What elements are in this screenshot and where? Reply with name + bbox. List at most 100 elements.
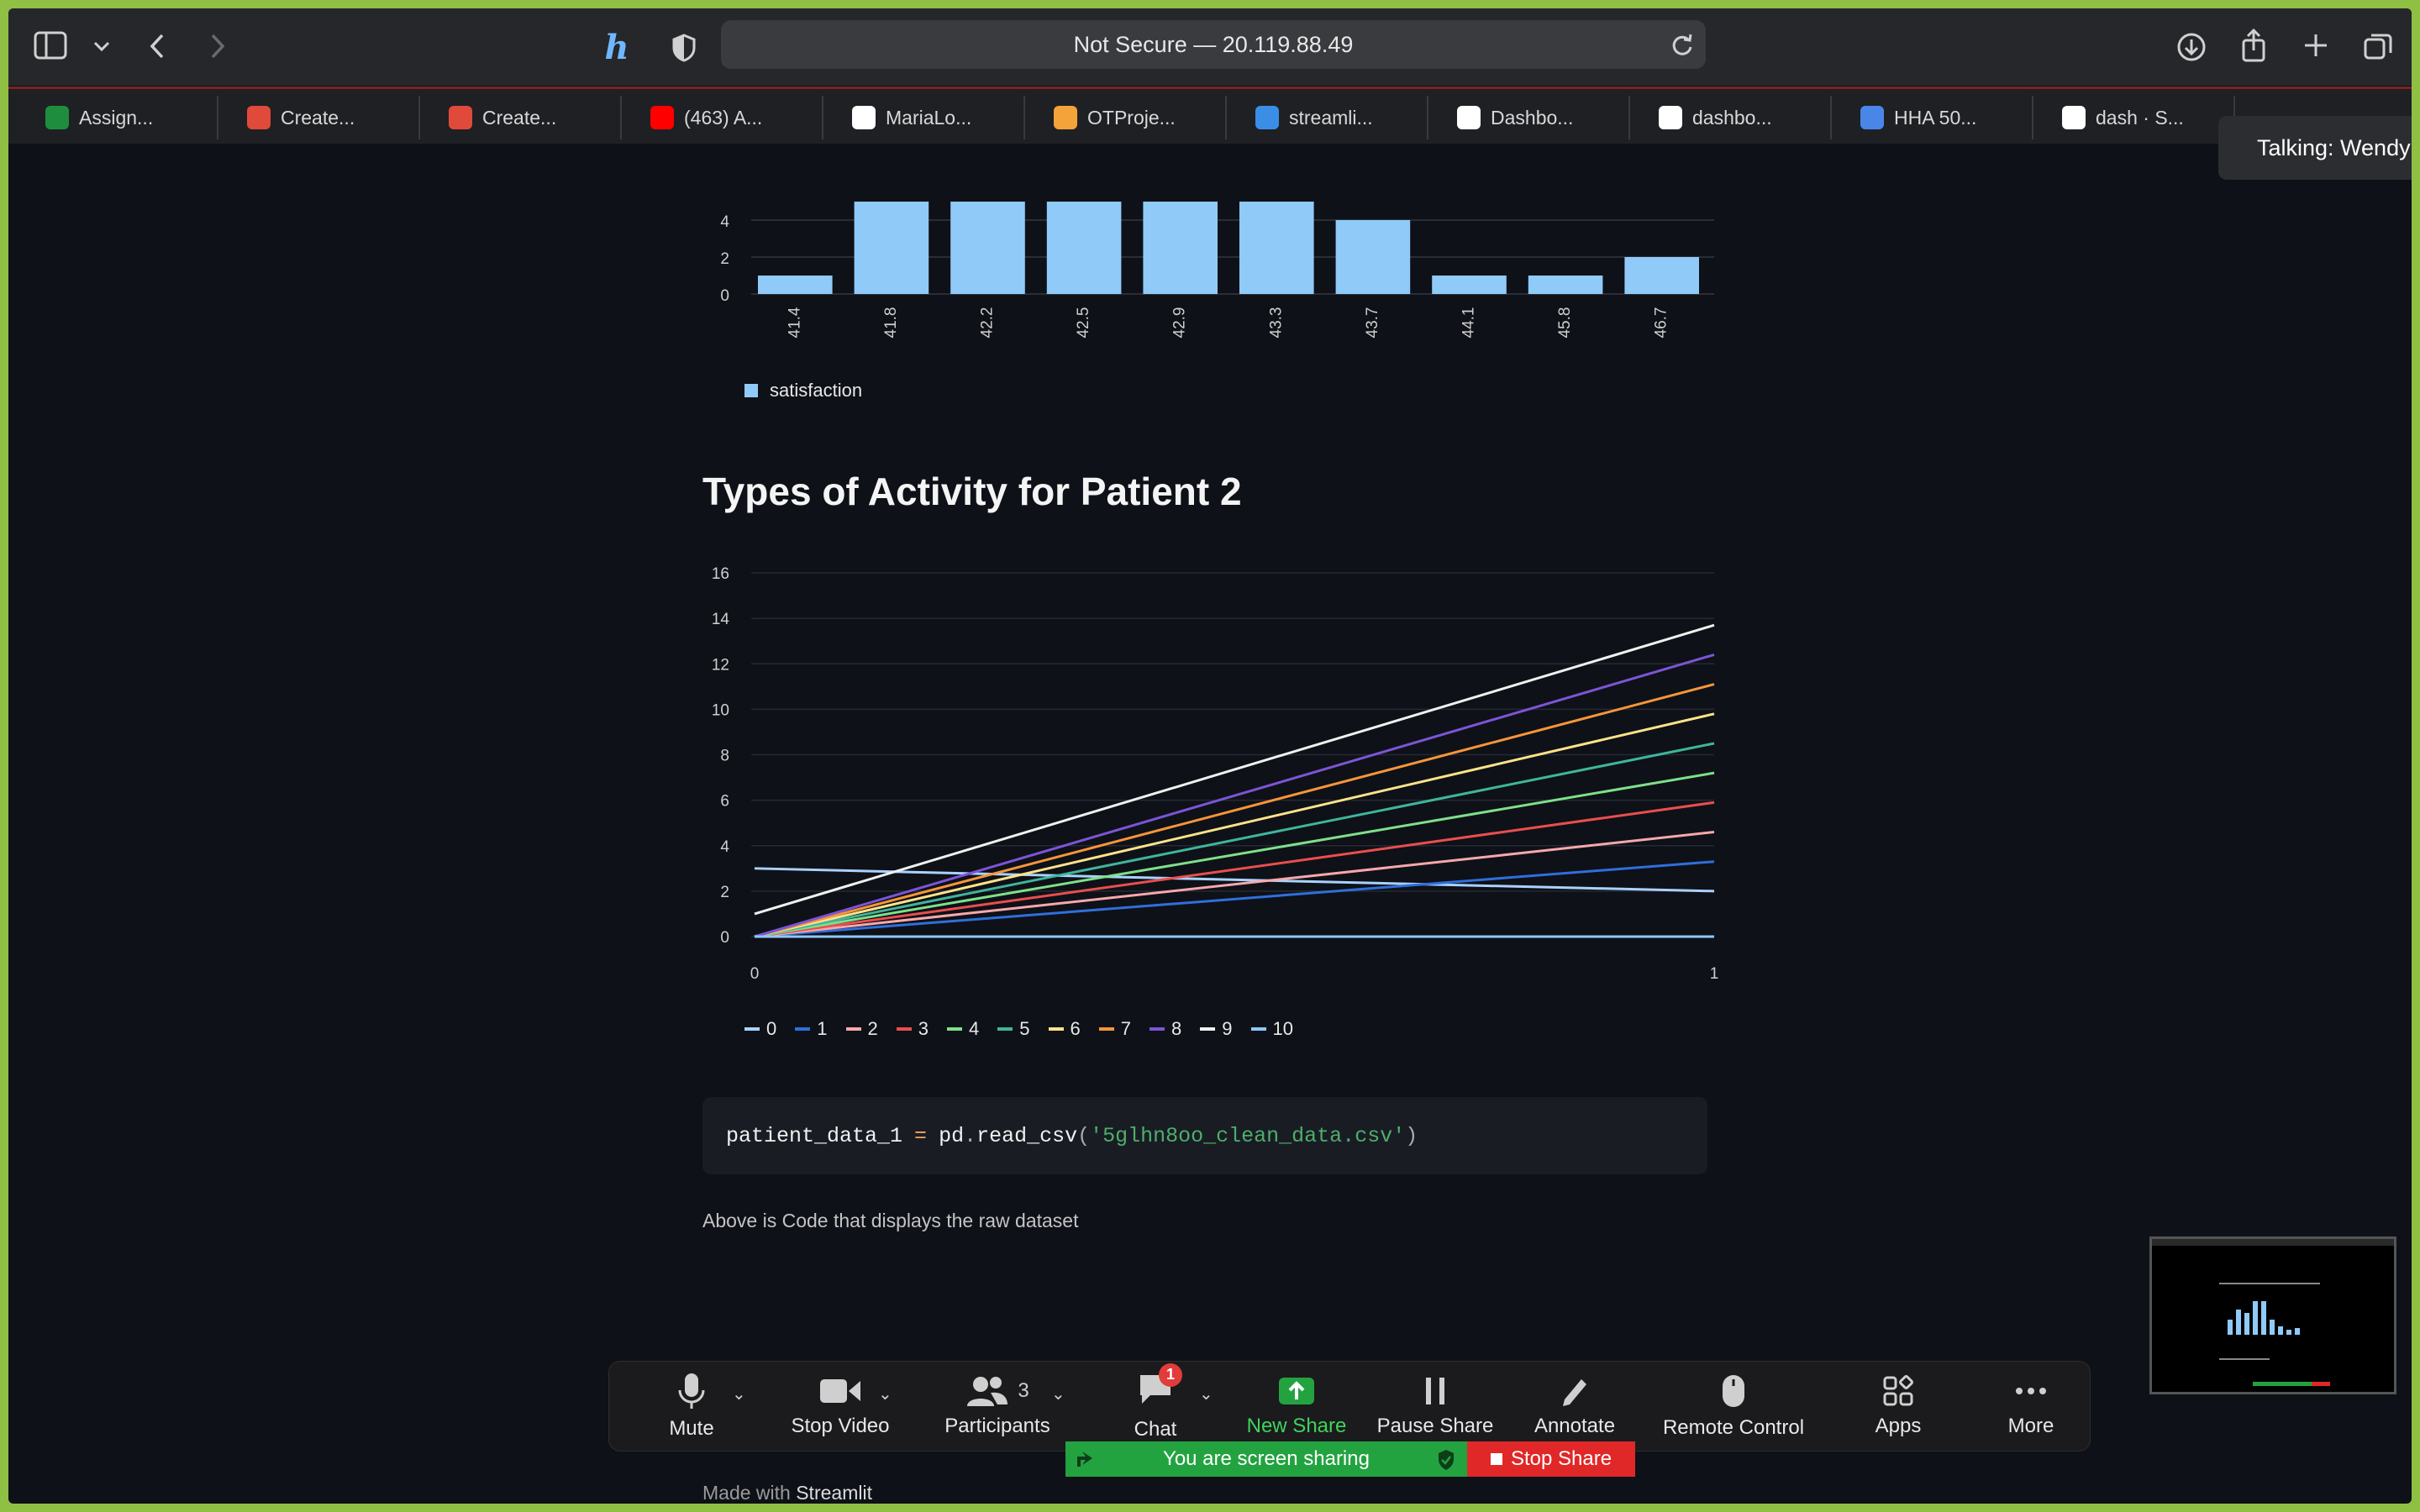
sidebar-toggle-icon[interactable] bbox=[32, 29, 69, 62]
pencil-icon bbox=[1563, 1379, 1586, 1406]
line-y-tick-label: 4 bbox=[720, 838, 729, 856]
more-button[interactable]: More bbox=[1989, 1362, 2073, 1451]
pause-share-button[interactable]: Pause Share bbox=[1372, 1362, 1498, 1451]
browser-tab[interactable]: Assign... bbox=[17, 96, 218, 139]
browser-tab-label: Create... bbox=[281, 106, 355, 129]
line-x-tick-label: 1 bbox=[1710, 965, 1719, 983]
footer-brand-link[interactable]: Streamlit bbox=[796, 1482, 872, 1504]
browser-tab-label: HHA 50... bbox=[1894, 106, 1977, 129]
legend-swatch bbox=[795, 1027, 811, 1031]
bar-x-tick-label: 46.7 bbox=[1653, 307, 1670, 339]
code-caption: Above is Code that displays the raw data… bbox=[702, 1210, 1079, 1231]
bar-x-tick-label: 42.5 bbox=[1075, 307, 1092, 339]
video-options-chevron-icon[interactable]: ⌄ bbox=[878, 1383, 892, 1404]
new-share-button[interactable]: New Share bbox=[1238, 1362, 1355, 1451]
legend-label-satisfaction: satisfaction bbox=[770, 380, 863, 401]
line-y-tick-label: 12 bbox=[712, 656, 729, 674]
bar-y-tick-label: 2 bbox=[720, 250, 729, 268]
apps-button[interactable]: Apps bbox=[1856, 1362, 1940, 1451]
browser-tab-label: (463) A... bbox=[684, 106, 763, 129]
browser-tab[interactable]: OTProje... bbox=[1025, 96, 1227, 139]
remote-control-label: Remote Control bbox=[1662, 1416, 1805, 1439]
screen-sharing-banner[interactable]: You are screen sharing bbox=[1065, 1441, 1467, 1477]
legend-swatch bbox=[744, 384, 758, 397]
chat-button[interactable]: 1 Chat bbox=[1113, 1362, 1197, 1451]
zoom-meeting-controls: Mute ⌄ Stop Video ⌄ 3 Participants ⌄ 1 C… bbox=[608, 1361, 2091, 1452]
download-icon[interactable] bbox=[2175, 30, 2208, 64]
stop-square-icon bbox=[1490, 1453, 1502, 1465]
forward-arrow-icon[interactable] bbox=[205, 32, 230, 60]
code-block: patient_data_1 = pd. read_csv('5glhn8oo_c… bbox=[702, 1097, 1707, 1174]
github-icon bbox=[2062, 106, 2086, 129]
apps-label: Apps bbox=[1875, 1415, 1922, 1437]
participants-count: 3 bbox=[1018, 1379, 1029, 1402]
bar-x-tick-label: 43.3 bbox=[1267, 307, 1285, 339]
legend-swatch bbox=[1150, 1027, 1165, 1031]
bar-x-tick-label: 42.9 bbox=[1171, 307, 1189, 339]
stop-share-label: Stop Share bbox=[1510, 1447, 1612, 1470]
remote-control-button[interactable]: Remote Control bbox=[1649, 1362, 1818, 1451]
stop-video-button[interactable]: Stop Video bbox=[777, 1362, 903, 1451]
code-var: patient_data_1 bbox=[726, 1123, 903, 1148]
participants-button[interactable]: 3 Participants bbox=[930, 1362, 1065, 1451]
mouse-icon bbox=[1723, 1375, 1744, 1407]
code-object: pd bbox=[939, 1123, 965, 1148]
series-line-5 bbox=[754, 742, 1715, 938]
browser-tab[interactable]: (463) A... bbox=[622, 96, 823, 139]
bar-y-tick-label: 4 bbox=[720, 213, 729, 231]
bar-x-tick-label: 41.8 bbox=[882, 307, 900, 339]
bar-x-tick-label: 41.4 bbox=[786, 307, 803, 338]
secure-shield-icon bbox=[1437, 1449, 1455, 1477]
browser-tab-label: streamli... bbox=[1289, 106, 1373, 129]
line-x-tick-label: 0 bbox=[750, 965, 760, 983]
crown-icon bbox=[247, 106, 271, 129]
browser-tab[interactable]: Dashbo... bbox=[1428, 96, 1630, 139]
bar-41.8 bbox=[854, 202, 929, 294]
new-tab-plus-icon[interactable] bbox=[2301, 30, 2331, 60]
github-icon bbox=[1659, 106, 1682, 129]
github-icon bbox=[1457, 106, 1481, 129]
legend-label: 10 bbox=[1272, 1018, 1293, 1039]
tab-overview-icon[interactable] bbox=[2361, 30, 2395, 64]
legend-label: 6 bbox=[1070, 1018, 1081, 1039]
annotate-label: Annotate bbox=[1534, 1415, 1616, 1437]
browser-tab-label: Create... bbox=[482, 106, 557, 129]
stop-share-button[interactable]: Stop Share bbox=[1467, 1441, 1635, 1477]
participants-options-chevron-icon[interactable]: ⌄ bbox=[1051, 1383, 1065, 1404]
legend-item: 10 bbox=[1250, 1018, 1293, 1040]
browser-tab[interactable]: dash · S... bbox=[2033, 96, 2235, 139]
chevron-down-icon[interactable] bbox=[89, 34, 114, 59]
browser-tab[interactable]: streamli... bbox=[1227, 96, 1428, 139]
honey-extension-icon[interactable]: h bbox=[602, 28, 632, 67]
mute-button[interactable]: Mute bbox=[650, 1362, 734, 1451]
legend-swatch bbox=[845, 1027, 861, 1031]
more-label: More bbox=[2007, 1415, 2054, 1437]
chat-unread-badge: 1 bbox=[1159, 1362, 1182, 1387]
browser-tab[interactable]: MariaLo... bbox=[823, 96, 1025, 139]
bar-x-tick-label: 44.1 bbox=[1460, 307, 1478, 339]
crown-icon bbox=[449, 106, 472, 129]
infinity-icon bbox=[1054, 106, 1077, 129]
browser-tab[interactable]: dashbo... bbox=[1630, 96, 1832, 139]
drag-handle-icon[interactable] bbox=[1074, 1448, 1096, 1476]
address-bar[interactable]: Not Secure — 20.119.88.49 bbox=[721, 20, 1706, 69]
shield-icon[interactable] bbox=[669, 32, 699, 64]
legend-label: 8 bbox=[1171, 1018, 1182, 1039]
code-argument: '5glhn8oo_clean_data.csv' bbox=[1090, 1123, 1406, 1148]
bar-42.2 bbox=[950, 202, 1025, 294]
browser-tab[interactable]: HHA 50... bbox=[1832, 96, 2033, 139]
reload-icon[interactable] bbox=[1670, 32, 1694, 63]
mute-options-chevron-icon[interactable]: ⌄ bbox=[732, 1383, 746, 1404]
bar-46.7 bbox=[1624, 257, 1699, 294]
browser-tab[interactable]: Create... bbox=[218, 96, 420, 139]
back-arrow-icon[interactable] bbox=[145, 32, 170, 60]
legend-swatch bbox=[744, 1027, 760, 1031]
chat-options-chevron-icon[interactable]: ⌄ bbox=[1199, 1383, 1213, 1404]
zoom-video-thumbnail[interactable] bbox=[2149, 1236, 2396, 1394]
sharing-banner-text: You are screen sharing bbox=[1163, 1447, 1370, 1470]
share-icon[interactable] bbox=[2238, 27, 2269, 64]
browser-tab[interactable]: Create... bbox=[420, 96, 622, 139]
legend-item: 5 bbox=[997, 1018, 1030, 1040]
annotate-button[interactable]: Annotate bbox=[1520, 1362, 1629, 1451]
bar-x-tick-label: 42.2 bbox=[979, 307, 997, 339]
